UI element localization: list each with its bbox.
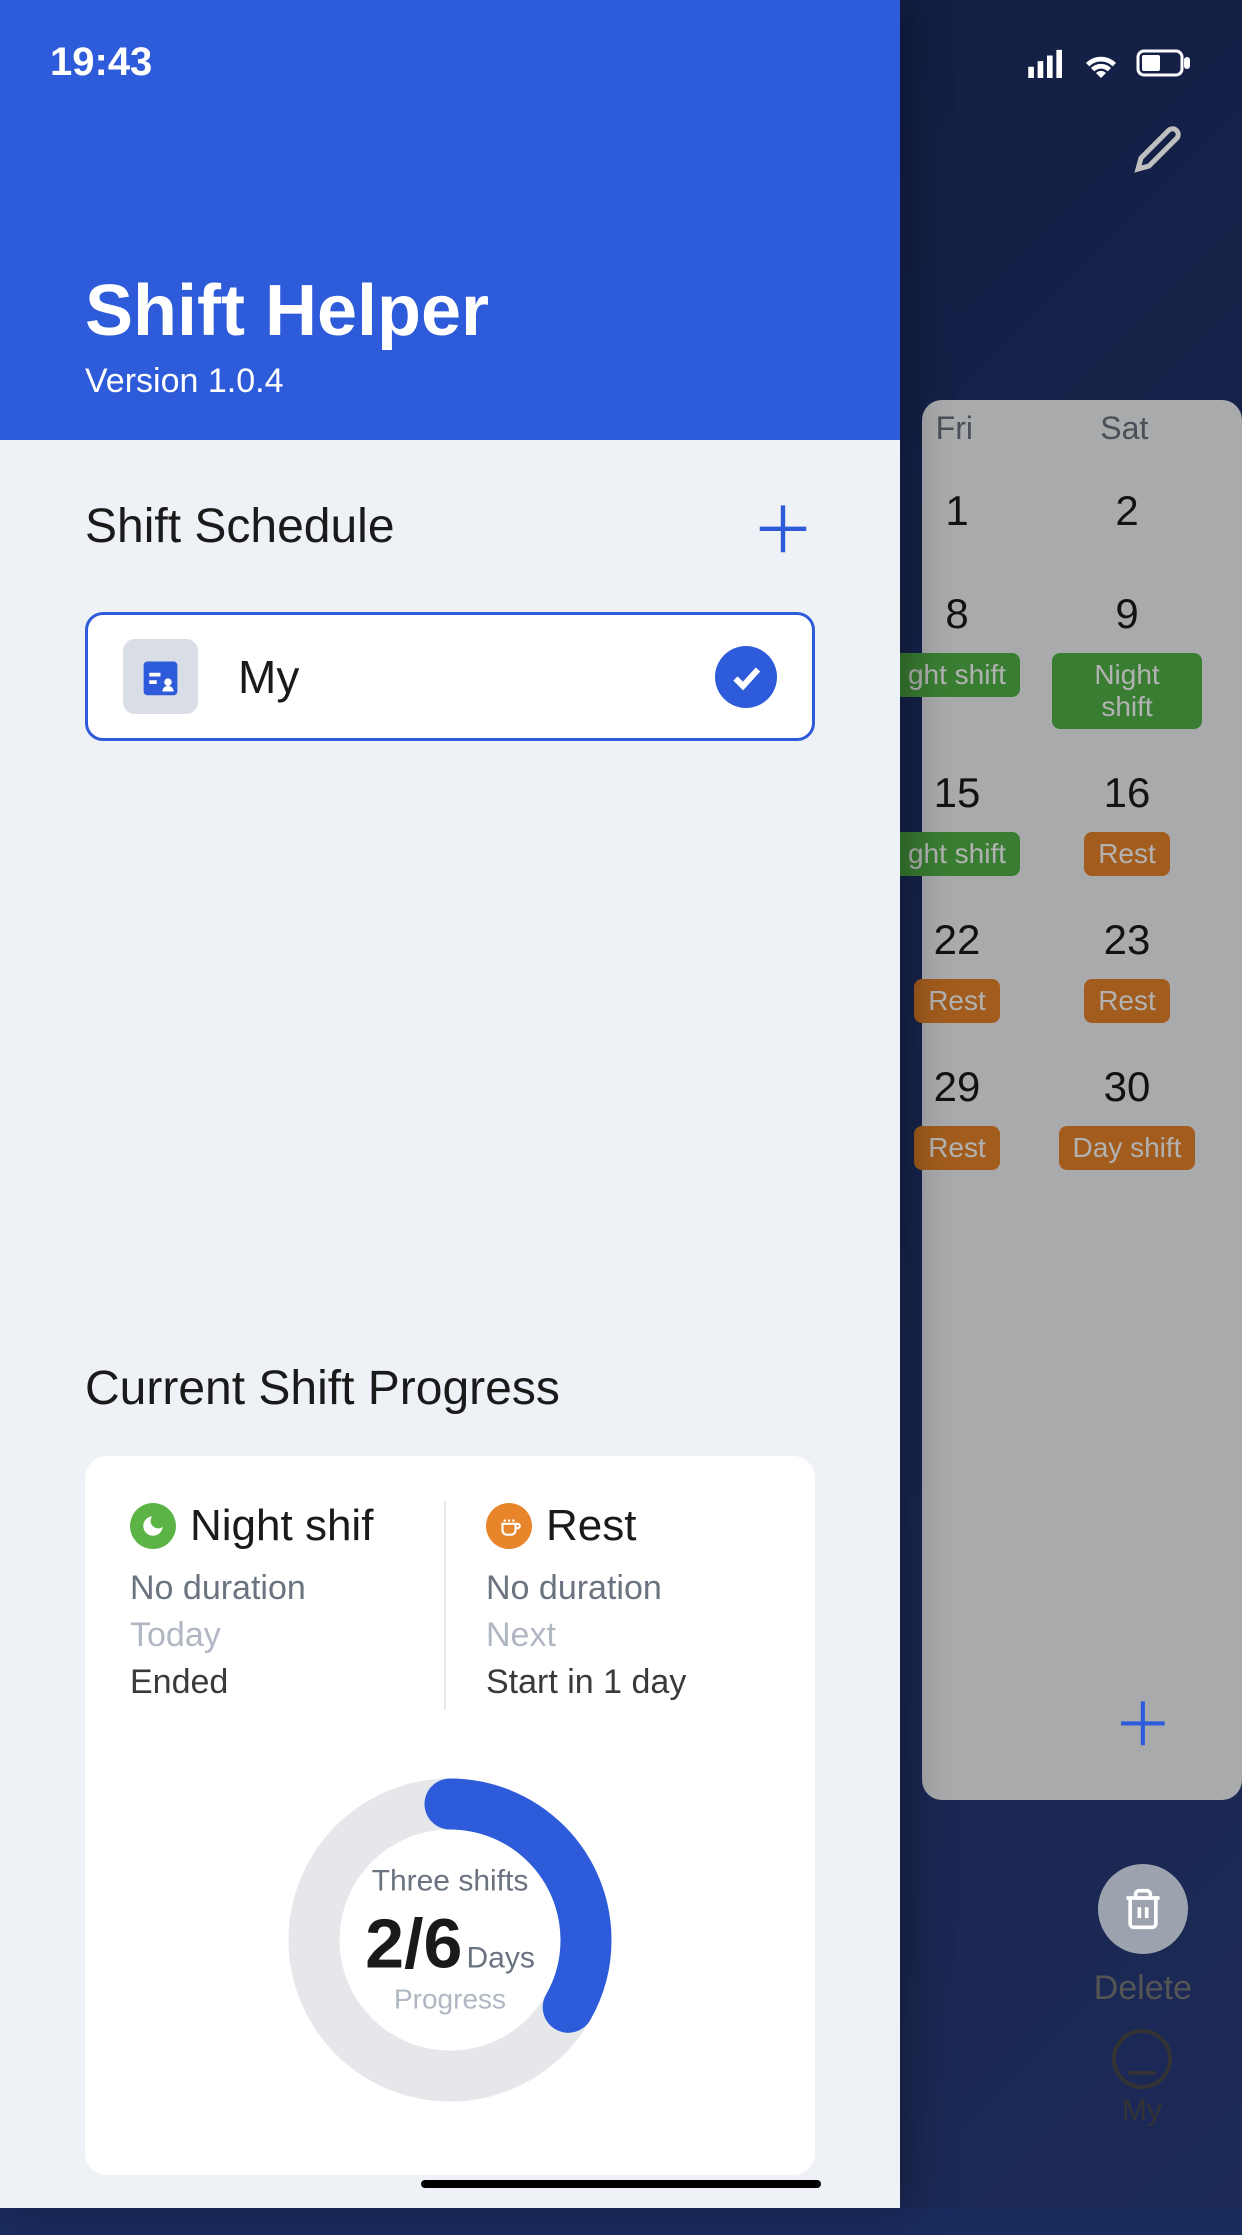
ring-bottom-label: Progress	[365, 1984, 535, 2016]
add-schedule-button[interactable]: ＋	[751, 480, 815, 572]
schedule-item[interactable]: My	[85, 612, 815, 741]
shift-duration: No duration	[130, 1569, 414, 1608]
next-shift-col: Rest No duration Next Start in 1 day	[446, 1501, 775, 1710]
progress-section-title: Current Shift Progress	[85, 1361, 815, 1416]
edit-icon[interactable]	[1134, 125, 1182, 178]
progress-card: Night shif No duration Today Ended Rest	[85, 1456, 815, 2175]
progress-ring: Three shifts 2/6 Days Progress	[280, 1770, 620, 2110]
check-icon	[715, 646, 777, 708]
battery-icon	[1136, 49, 1192, 77]
current-shift-col: Night shif No duration Today Ended	[125, 1501, 446, 1710]
moon-icon	[130, 1503, 176, 1549]
my-tab-label: My	[1122, 2094, 1162, 2128]
delete-label: Delete	[1094, 1969, 1192, 2008]
status-time: 19:43	[50, 40, 152, 85]
cup-icon	[486, 1503, 532, 1549]
app-version: Version 1.0.4	[85, 362, 815, 401]
shift-timing: Next	[486, 1616, 770, 1655]
schedule-section: Shift Schedule ＋ My	[0, 440, 900, 781]
schedule-section-title: Shift Schedule	[85, 499, 395, 554]
calendar-person-icon	[123, 639, 198, 714]
wifi-icon	[1081, 48, 1121, 78]
ring-total: 6	[424, 1904, 463, 1984]
side-drawer: Shift Helper Version 1.0.4 Shift Schedul…	[0, 0, 900, 2208]
status-bar: 19:43	[0, 40, 1242, 85]
delete-button[interactable]: Delete	[1094, 1864, 1192, 2008]
ring-sep: /	[404, 1904, 423, 1984]
schedule-name: My	[238, 650, 299, 704]
shift-timing: Today	[130, 1616, 414, 1655]
shift-name: Night shif	[190, 1501, 373, 1551]
face-icon	[1112, 2029, 1172, 2089]
app-title: Shift Helper	[85, 270, 815, 352]
shift-name: Rest	[546, 1501, 636, 1551]
shift-duration: No duration	[486, 1569, 770, 1608]
shift-status: Ended	[130, 1663, 414, 1702]
home-indicator[interactable]	[421, 2180, 821, 2188]
ring-unit: Days	[466, 1942, 534, 1976]
ring-top-label: Three shifts	[365, 1865, 535, 1899]
my-tab[interactable]: My	[1112, 2029, 1172, 2128]
shift-status: Start in 1 day	[486, 1663, 770, 1702]
ring-current: 2	[365, 1904, 404, 1984]
progress-section: Current Shift Progress Night shif No dur…	[0, 1361, 900, 2235]
add-icon[interactable]: ＋	[1113, 1677, 1173, 1764]
signal-icon	[1028, 48, 1066, 78]
